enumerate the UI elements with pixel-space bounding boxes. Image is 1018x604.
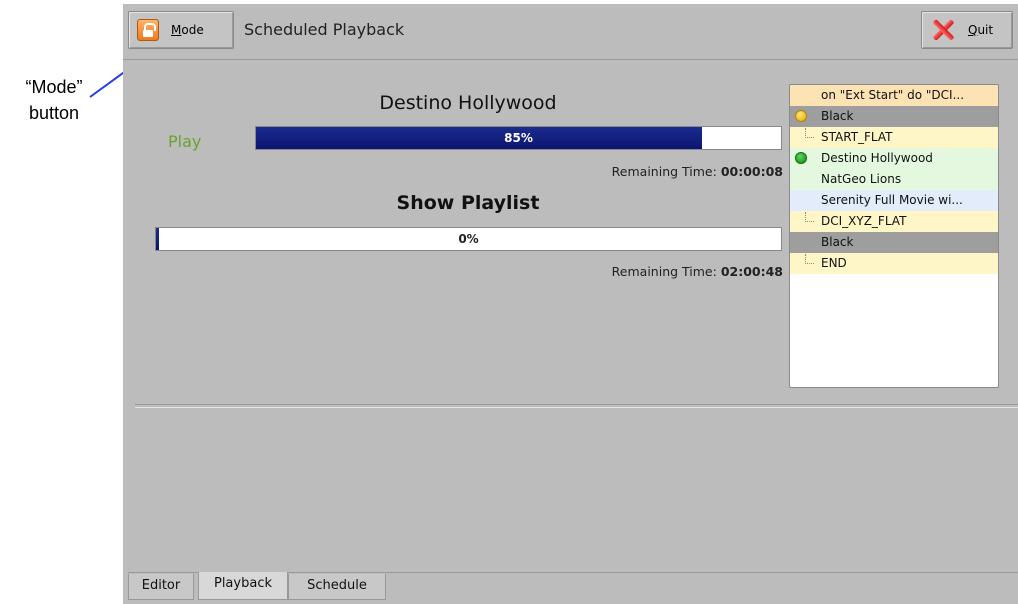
playlist-item-label: Black	[821, 109, 854, 123]
current-progress-text: 85%	[504, 131, 533, 145]
playlist-item[interactable]: on "Ext Start" do "DCI...	[790, 85, 998, 106]
playlist-progress-bar: 0%	[155, 227, 782, 251]
tree-branch-icon	[805, 254, 814, 264]
toolbar: Mode Scheduled Playback Quit	[123, 4, 1018, 60]
annotation-line-2: button	[28, 103, 80, 123]
playlist-item-label: END	[821, 256, 847, 270]
app-window: Mode Scheduled Playback Quit Destino Hol…	[123, 4, 1018, 604]
playlist-item-label: START_FLAT	[821, 130, 893, 144]
playlist-item[interactable]: Black	[790, 232, 998, 253]
playlist-item[interactable]: Destino Hollywood	[790, 148, 998, 169]
playlist-item-label: DCI_XYZ_FLAT	[821, 214, 907, 228]
playlist-item-label: NatGeo Lions	[821, 172, 902, 186]
lock-icon	[137, 19, 159, 41]
tab-schedule[interactable]: Schedule	[288, 574, 386, 600]
tree-branch-icon	[805, 212, 814, 222]
toolbar-divider	[123, 59, 1018, 60]
playlist-title: Show Playlist	[396, 192, 540, 214]
tab-editor[interactable]: Editor	[128, 574, 194, 600]
annotation-line-1: “Mode”	[25, 77, 83, 97]
playlist-panel[interactable]: on "Ext Start" do "DCI... Black START_FLAT…	[789, 84, 999, 388]
now-playing-title: Destino Hollywood	[379, 92, 557, 114]
current-remaining-value: 00:00:08	[720, 164, 783, 179]
close-icon	[930, 17, 956, 43]
playlist-item[interactable]: END	[790, 253, 998, 274]
current-remaining-time: Remaining Time: 00:00:08	[612, 164, 783, 179]
quit-button[interactable]: Quit	[921, 11, 1013, 49]
mode-button-annotation: “Mode” button	[0, 74, 108, 126]
playlist-remaining-value: 02:00:48	[720, 264, 783, 279]
mode-button[interactable]: Mode	[128, 11, 234, 49]
playback-state: Play	[168, 132, 202, 151]
playlist-item-label: Serenity Full Movie wi...	[821, 193, 963, 207]
playlist-item[interactable]: DCI_XYZ_FLAT	[790, 211, 998, 232]
playlist-item[interactable]: NatGeo Lions	[790, 169, 998, 190]
yellow-dot-icon	[795, 110, 807, 122]
playlist-remaining-label: Remaining Time:	[611, 264, 717, 279]
playlist-item[interactable]: Serenity Full Movie wi...	[790, 190, 998, 211]
window-title: Scheduled Playback	[244, 20, 405, 39]
playlist-item-label: on "Ext Start" do "DCI...	[821, 88, 965, 102]
playlist-item[interactable]: START_FLAT	[790, 127, 998, 148]
mode-button-label: Mode	[171, 23, 204, 37]
quit-button-label: Quit	[968, 23, 994, 37]
tree-branch-icon	[805, 128, 814, 138]
playlist-item-label: Black	[821, 235, 854, 249]
playlist-progress-text: 0%	[458, 232, 479, 246]
playlist-item[interactable]: Black	[790, 106, 998, 127]
current-remaining-label: Remaining Time:	[611, 164, 717, 179]
current-progress-bar: 85%	[255, 126, 782, 150]
playlist-remaining-time: Remaining Time: 02:00:48	[612, 264, 783, 279]
green-dot-icon	[795, 152, 807, 164]
playlist-item-label: Destino Hollywood	[821, 151, 933, 165]
tab-playback[interactable]: Playback	[198, 572, 288, 600]
horizontal-divider	[135, 404, 1018, 408]
